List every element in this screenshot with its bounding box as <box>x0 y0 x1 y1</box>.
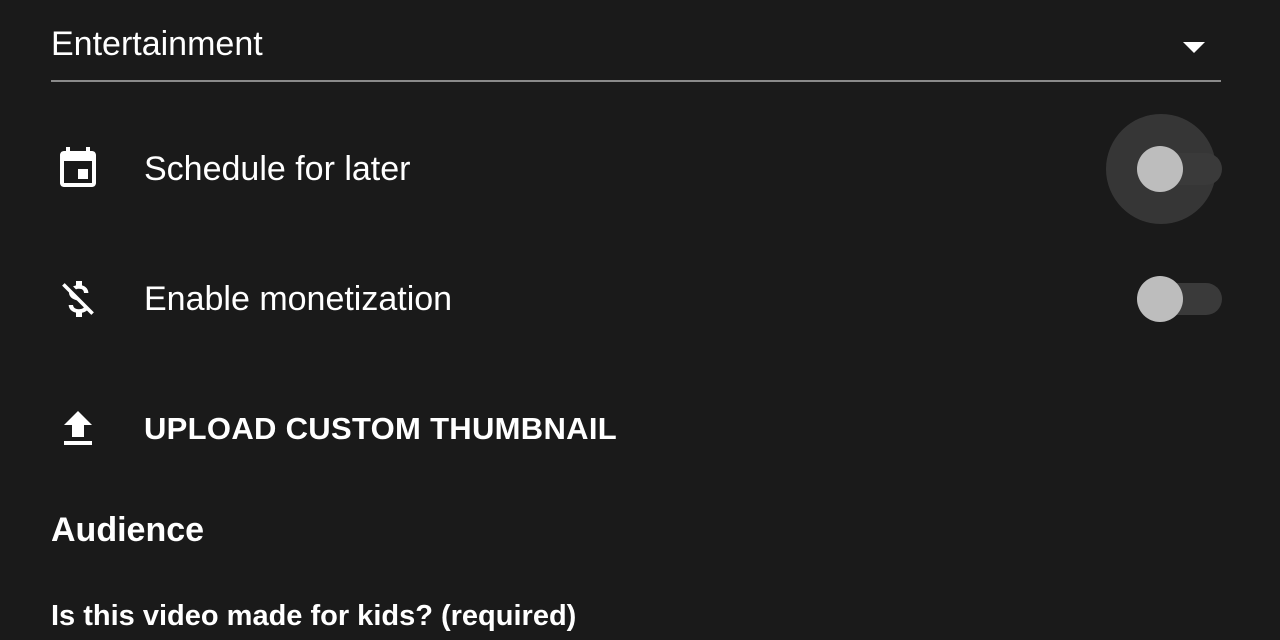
upload-thumbnail-button[interactable]: UPLOAD CUSTOM THUMBNAIL <box>0 384 1280 474</box>
toggle-thumb <box>1137 146 1183 192</box>
monetization-toggle[interactable] <box>1106 244 1222 354</box>
upload-thumbnail-label[interactable]: UPLOAD CUSTOM THUMBNAIL <box>144 409 617 449</box>
dropdown-arrow-icon <box>1183 42 1205 53</box>
monetization-row: Enable monetization <box>0 254 1280 344</box>
audience-section-title: Audience <box>51 511 205 549</box>
monetization-label: Enable monetization <box>144 280 453 318</box>
category-dropdown[interactable]: Entertainment <box>51 0 1221 82</box>
upload-details-page: Entertainment Schedule for later Enable … <box>0 0 1280 640</box>
schedule-toggle[interactable] <box>1106 114 1222 224</box>
schedule-label: Schedule for later <box>144 150 411 188</box>
calendar-icon <box>54 145 102 193</box>
upload-icon <box>54 405 102 453</box>
money-off-icon <box>54 275 102 323</box>
made-for-kids-question: Is this video made for kids? (required) <box>51 600 577 632</box>
toggle-thumb <box>1137 276 1183 322</box>
schedule-row: Schedule for later <box>0 124 1280 214</box>
dropdown-underline <box>51 80 1221 82</box>
category-selected-value: Entertainment <box>51 25 263 63</box>
